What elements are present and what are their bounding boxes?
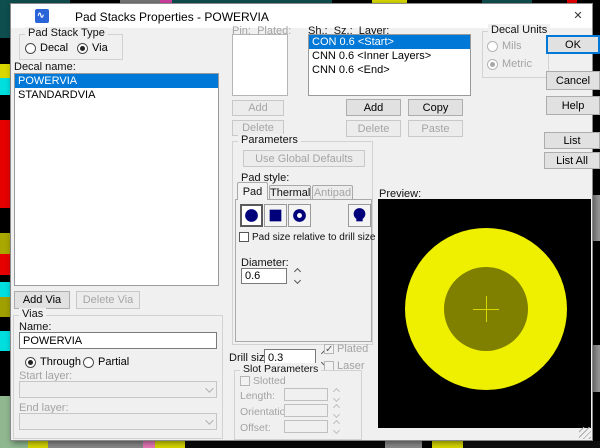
list-all-button[interactable]: List All [544, 152, 600, 169]
decal-units-group: Decal Units [482, 31, 549, 78]
circle-pad-icon [243, 207, 260, 224]
radio-via[interactable]: Via [77, 42, 108, 54]
slot-length-label: Length: [240, 390, 275, 402]
pad-preview [378, 199, 591, 428]
annular-pad-icon [291, 207, 308, 224]
slot-offset-label: Offset: [240, 422, 271, 434]
spin-up-icon[interactable] [333, 403, 340, 410]
preview-crosshair [486, 296, 487, 322]
screen: ∿ Pad Stacks Properties - POWERVIA ✕ Pad… [0, 0, 600, 448]
layer-list-item[interactable]: CON 0.6 <Start> [309, 35, 470, 49]
decal-list-item[interactable]: POWERVIA [15, 74, 218, 88]
spin-down-icon[interactable] [294, 277, 301, 284]
radio-decal-dot [25, 43, 36, 54]
radio-via-dot [77, 43, 88, 54]
pad-stack-type-legend: Pad Stack Type [25, 27, 108, 39]
slotted-label: Slotted [253, 375, 286, 387]
tab-pad[interactable]: Pad [237, 182, 268, 200]
cancel-button[interactable]: Cancel [546, 71, 600, 90]
layer-delete-button[interactable]: Delete [346, 120, 401, 137]
slot-length-stepper[interactable] [331, 387, 342, 402]
spin-down-icon[interactable] [333, 426, 340, 433]
radio-decal[interactable]: Decal [25, 42, 68, 54]
pin-list[interactable] [232, 34, 288, 96]
vias-legend: Vias [19, 308, 46, 320]
resize-grip[interactable] [579, 427, 591, 439]
pad-shape-odd-button[interactable] [348, 204, 371, 227]
desktop-background-left [0, 0, 10, 448]
via-name-input[interactable] [19, 332, 217, 349]
radio-partial-dot [83, 357, 94, 368]
desktop-background-bottom [0, 441, 600, 448]
chevron-down-icon [205, 384, 213, 392]
diameter-input[interactable] [241, 268, 287, 284]
decal-units-legend: Decal Units [488, 24, 550, 36]
layer-list[interactable]: CON 0.6 <Start> CNN 0.6 <Inner Layers> C… [308, 34, 471, 96]
use-global-defaults-button[interactable]: Use Global Defaults [243, 150, 365, 167]
layer-list-item[interactable]: CNN 0.6 <Inner Layers> [309, 49, 470, 63]
decal-list-item[interactable]: STANDARDVIA [15, 88, 218, 102]
odd-pad-icon [351, 207, 368, 224]
spin-up-icon[interactable] [333, 419, 340, 426]
radio-partial[interactable]: Partial [83, 356, 129, 368]
slotted-checkbox[interactable] [240, 376, 250, 386]
plated-checkbox[interactable]: ✓ [324, 344, 334, 354]
pad-shape-circle-button[interactable] [240, 204, 263, 227]
pin-add-button[interactable]: Add [232, 100, 284, 116]
slot-parameters-legend: Slot Parameters [240, 363, 321, 375]
radio-mils-dot [487, 41, 498, 52]
slot-offset-stepper[interactable] [331, 419, 342, 434]
slot-orientation-stepper[interactable] [331, 403, 342, 418]
parameters-legend: Parameters [238, 134, 301, 146]
radio-metric-dot [487, 59, 498, 70]
radio-through[interactable]: Through [25, 356, 81, 368]
window-title: Pad Stacks Properties - POWERVIA [75, 10, 269, 24]
square-pad-icon [267, 207, 284, 224]
pad-shape-square-button[interactable] [264, 204, 287, 227]
plated-label: Plated [337, 343, 368, 355]
ok-button[interactable]: OK [546, 35, 600, 54]
spin-up-icon[interactable] [333, 387, 340, 394]
layer-list-item[interactable]: CNN 0.6 <End> [309, 63, 470, 77]
spin-up-icon[interactable] [294, 268, 301, 275]
diameter-stepper[interactable] [292, 267, 303, 285]
help-button[interactable]: Help [546, 96, 600, 115]
slot-orientation-input[interactable] [284, 404, 328, 417]
spin-down-icon[interactable] [333, 410, 340, 417]
chevron-down-icon [205, 416, 213, 424]
close-icon[interactable]: ✕ [570, 8, 586, 24]
list-button[interactable]: List [544, 132, 600, 149]
slot-length-input[interactable] [284, 388, 328, 401]
pad-size-relative-label: Pad size relative to drill size [252, 232, 375, 243]
layer-add-button[interactable]: Add [346, 99, 401, 116]
app-icon: ∿ [35, 9, 49, 23]
start-layer-combo[interactable] [19, 381, 217, 398]
delete-via-button[interactable]: Delete Via [76, 291, 140, 309]
layer-copy-button[interactable]: Copy [408, 99, 463, 116]
tab-thermal[interactable]: Thermal [269, 185, 311, 200]
add-via-button[interactable]: Add Via [14, 291, 70, 309]
radio-through-dot [25, 357, 36, 368]
spin-down-icon[interactable] [333, 394, 340, 401]
pad-shape-annular-button[interactable] [288, 204, 311, 227]
decal-name-label: Decal name: [14, 61, 76, 73]
pad-size-relative-checkbox[interactable] [239, 232, 249, 242]
end-layer-combo[interactable] [19, 413, 217, 430]
decal-name-list[interactable]: POWERVIA STANDARDVIA [14, 73, 219, 286]
radio-metric[interactable]: Metric [487, 58, 532, 70]
radio-mils[interactable]: Mils [487, 40, 522, 52]
tab-antipad[interactable]: Antipad [312, 185, 353, 200]
slot-offset-input[interactable] [284, 420, 328, 433]
pad-stacks-properties-dialog: ∿ Pad Stacks Properties - POWERVIA ✕ Pad… [10, 3, 593, 441]
desktop-background-right [593, 3, 600, 441]
layer-paste-button[interactable]: Paste [408, 120, 463, 137]
